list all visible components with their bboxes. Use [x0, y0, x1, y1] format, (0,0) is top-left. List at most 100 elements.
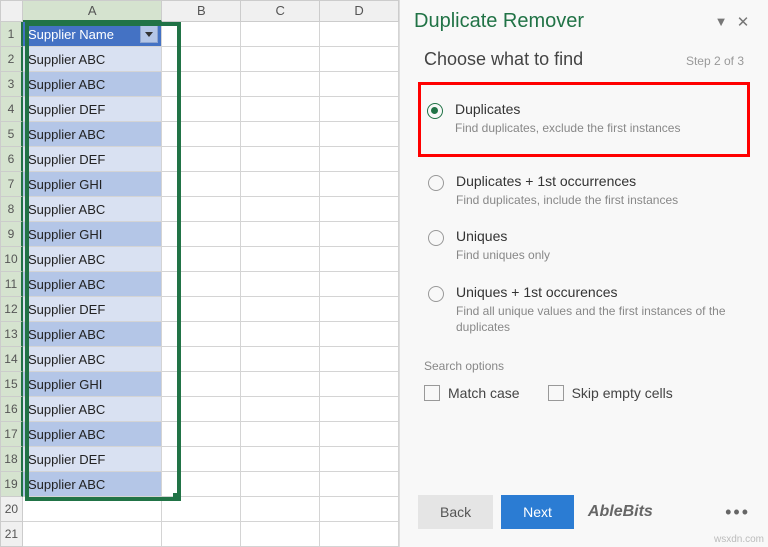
cell[interactable]: Supplier DEF — [23, 147, 162, 172]
cell[interactable]: Supplier DEF — [23, 447, 162, 472]
cell[interactable] — [241, 147, 320, 172]
filter-dropdown-icon[interactable] — [140, 25, 158, 43]
cell[interactable]: Supplier DEF — [23, 297, 162, 322]
row-header[interactable]: 9 — [0, 222, 23, 247]
select-all-corner[interactable] — [0, 0, 23, 22]
col-header-c[interactable]: C — [241, 0, 320, 22]
cell[interactable] — [241, 247, 320, 272]
row-header[interactable]: 14 — [0, 347, 23, 372]
cell[interactable] — [241, 172, 320, 197]
row-header[interactable]: 5 — [0, 122, 23, 147]
cell[interactable] — [162, 322, 241, 347]
cell[interactable] — [320, 497, 399, 522]
cell[interactable] — [320, 97, 399, 122]
find-option-duplicates-1st-occurrences[interactable]: Duplicates + 1st occurrencesFind duplica… — [424, 163, 744, 218]
match-case-checkbox[interactable]: Match case — [424, 385, 520, 401]
cell[interactable] — [162, 447, 241, 472]
cell[interactable] — [241, 472, 320, 497]
cell[interactable] — [320, 297, 399, 322]
col-header-b[interactable]: B — [162, 0, 241, 22]
cell[interactable] — [162, 397, 241, 422]
dropdown-icon[interactable]: ▼ — [710, 11, 732, 33]
row-header[interactable]: 1 — [0, 22, 23, 47]
cell[interactable] — [162, 147, 241, 172]
col-header-a[interactable]: A — [23, 0, 162, 22]
cell[interactable]: Supplier ABC — [23, 422, 162, 447]
row-header[interactable]: 15 — [0, 372, 23, 397]
cell[interactable] — [320, 147, 399, 172]
find-option-uniques-1st-occurences[interactable]: Uniques + 1st occurencesFind all unique … — [424, 274, 744, 345]
cell[interactable] — [162, 122, 241, 147]
cell[interactable]: Supplier ABC — [23, 397, 162, 422]
cell[interactable] — [241, 222, 320, 247]
cell[interactable] — [162, 22, 241, 47]
cell[interactable] — [162, 47, 241, 72]
row-header[interactable]: 4 — [0, 97, 23, 122]
cell[interactable]: Supplier ABC — [23, 472, 162, 497]
cell[interactable]: Supplier ABC — [23, 72, 162, 97]
row-header[interactable]: 3 — [0, 72, 23, 97]
cell[interactable] — [162, 97, 241, 122]
cell[interactable] — [320, 197, 399, 222]
cell[interactable]: Supplier ABC — [23, 247, 162, 272]
cell[interactable] — [320, 47, 399, 72]
cell[interactable] — [320, 222, 399, 247]
cell[interactable] — [320, 322, 399, 347]
row-header[interactable]: 21 — [0, 522, 23, 547]
cell[interactable] — [241, 72, 320, 97]
find-option-uniques[interactable]: UniquesFind uniques only — [424, 218, 744, 273]
cell[interactable] — [241, 497, 320, 522]
close-icon[interactable]: ✕ — [732, 11, 754, 33]
back-button[interactable]: Back — [418, 495, 493, 529]
row-header[interactable]: 12 — [0, 297, 23, 322]
cell[interactable] — [320, 447, 399, 472]
cell[interactable]: Supplier ABC — [23, 47, 162, 72]
cell[interactable] — [241, 197, 320, 222]
row-header[interactable]: 19 — [0, 472, 23, 497]
cell[interactable] — [320, 72, 399, 97]
row-header[interactable]: 7 — [0, 172, 23, 197]
skip-empty-checkbox[interactable]: Skip empty cells — [548, 385, 673, 401]
cell[interactable] — [23, 497, 162, 522]
cell[interactable]: Supplier ABC — [23, 322, 162, 347]
cell[interactable] — [241, 122, 320, 147]
cell[interactable] — [162, 522, 241, 547]
row-header[interactable]: 17 — [0, 422, 23, 447]
spreadsheet-grid[interactable]: A B C D 1Supplier Name2Supplier ABC3Supp… — [0, 0, 399, 547]
cell[interactable] — [241, 97, 320, 122]
cell[interactable]: Supplier GHI — [23, 172, 162, 197]
cell[interactable] — [162, 272, 241, 297]
cell[interactable] — [162, 172, 241, 197]
cell[interactable]: Supplier ABC — [23, 347, 162, 372]
selection-fill-handle[interactable] — [173, 493, 181, 501]
cell[interactable] — [241, 272, 320, 297]
cell[interactable] — [162, 247, 241, 272]
cell[interactable] — [320, 422, 399, 447]
cell[interactable] — [241, 372, 320, 397]
cell[interactable] — [320, 247, 399, 272]
cell[interactable] — [241, 22, 320, 47]
cell[interactable] — [162, 72, 241, 97]
cell[interactable] — [162, 372, 241, 397]
cell[interactable]: Supplier ABC — [23, 122, 162, 147]
cell[interactable] — [23, 522, 162, 547]
cell[interactable]: Supplier Name — [23, 22, 162, 47]
cell[interactable] — [241, 322, 320, 347]
cell[interactable] — [162, 422, 241, 447]
cell[interactable] — [241, 422, 320, 447]
cell[interactable] — [320, 22, 399, 47]
cell[interactable] — [162, 222, 241, 247]
row-header[interactable]: 2 — [0, 47, 23, 72]
row-header[interactable]: 10 — [0, 247, 23, 272]
find-option-duplicates[interactable]: DuplicatesFind duplicates, exclude the f… — [423, 91, 745, 146]
cell[interactable] — [320, 122, 399, 147]
cell[interactable] — [320, 372, 399, 397]
col-header-d[interactable]: D — [320, 0, 399, 22]
row-header[interactable]: 18 — [0, 447, 23, 472]
cell[interactable]: Supplier DEF — [23, 97, 162, 122]
row-header[interactable]: 8 — [0, 197, 23, 222]
cell[interactable] — [241, 522, 320, 547]
cell[interactable]: Supplier ABC — [23, 197, 162, 222]
cell[interactable] — [241, 47, 320, 72]
cell[interactable] — [241, 447, 320, 472]
